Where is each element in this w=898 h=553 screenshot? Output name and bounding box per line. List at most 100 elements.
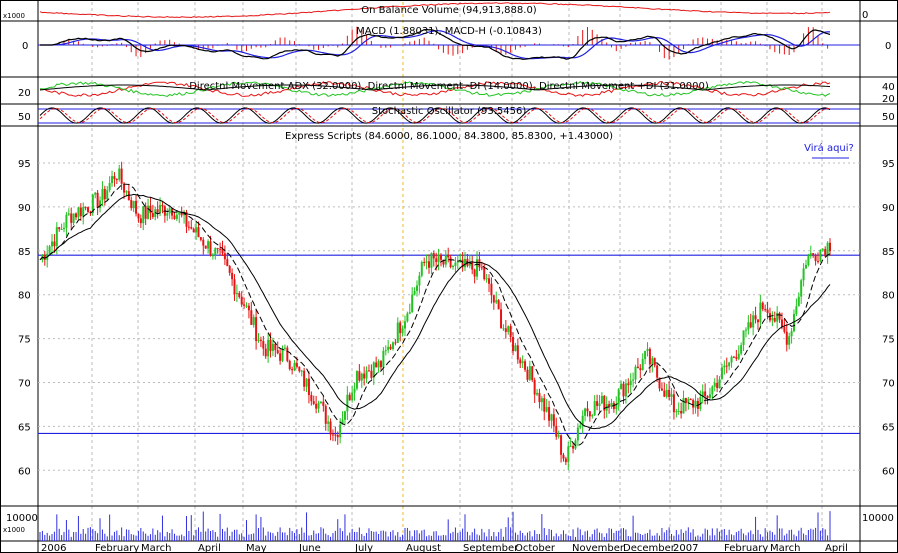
price-bar-body [101,188,104,201]
price-bar-body [756,319,759,323]
macd-panel: MACD (1.88031), MACD-H (-0.10843) 0 0 [22,26,891,60]
price-bar-body [355,371,358,389]
price-bar-body [377,361,380,368]
price-bar-body [418,275,421,286]
price-bar-body [680,411,683,414]
price-bar-body [264,348,267,357]
y-tick-left: 80 [18,291,31,302]
price-bar-body [151,213,154,217]
y-tick-right: 65 [882,422,895,433]
price-bar-body [776,312,779,322]
price-bar-body [435,258,438,263]
price-bar-body [195,227,198,233]
price-bar-body [747,322,750,330]
price-bar-body [243,304,246,306]
price-bar-body [257,339,260,341]
price-bar-body [648,348,651,365]
price-bar-body [319,401,322,403]
price-bar-body [72,213,75,223]
volume-scale-tag: x1000 [3,526,25,534]
price-bar-body [271,343,274,351]
price-bar-body [737,353,740,359]
price-bar-body [423,261,426,263]
price-bar-body [79,207,82,217]
price-bar-body [636,366,639,369]
price-bar-body [596,401,599,406]
price-bar-body [288,360,291,370]
price-bar-body [732,356,735,358]
price-bar-body [519,359,522,364]
price-bar-body [144,206,147,219]
price-bar-body [562,454,565,459]
price-bar-body [725,365,728,367]
price-bar-body [452,265,455,268]
stoch-left-tick: 50 [18,112,31,123]
price-bar-body [507,326,510,332]
price-bar-body [336,434,339,438]
price-bar-body [447,255,450,258]
price-bar-body [639,368,642,371]
price-bar-body [48,246,51,254]
price-bar-body [588,411,591,417]
price-bar-body [526,369,529,380]
price-bar-body [521,361,524,364]
annotation-text: Virá aqui? [804,142,854,154]
price-bar-body [219,248,222,250]
price-bar-body [87,207,90,212]
price-bar-body [413,290,416,295]
price-bar-body [353,388,356,393]
price-bar-body [557,435,560,437]
x-axis-labels: 2006 February March April May June July August S… [41,543,848,553]
price-bar-body [804,264,807,269]
price-bar-body [788,336,791,345]
price-bar-body [370,370,373,378]
volume-right-tick: 10000 [862,513,894,524]
support-lines [38,254,860,435]
price-bar-body [473,269,476,277]
price-bar-body [365,370,368,379]
price-bar-body [197,227,200,238]
price-bar-body [394,342,397,344]
price-bar-body [250,310,253,325]
volume-left-tick: 10000 [6,513,38,524]
price-bar-body [502,328,505,330]
price-bar-body [396,322,399,343]
price-bar-body [675,411,678,413]
price-bar-body [677,411,680,413]
price-bar-body [216,248,219,250]
y-tick-right: 75 [882,335,895,346]
price-bar-body [94,192,97,195]
x-axis-label: April [198,543,221,553]
price-bar-body [569,445,572,447]
price-bar-body [440,254,443,260]
macd-left-tick: 0 [22,41,28,52]
price-bar-body [204,245,207,249]
stoch-title: Stochastic Oscillator (93.5456) [372,106,527,117]
price-bar-body [401,328,404,334]
price-bar-body [740,345,743,354]
price-bar-body [548,407,551,421]
price-bar-body [300,370,303,372]
price-bar-body [192,228,195,233]
price-bar-body [106,190,109,200]
price-bar-body [773,318,776,322]
price-bar-body [252,317,255,325]
price-bar-body [233,279,236,295]
price-bar-body [346,394,349,412]
price-bar-body [411,294,414,313]
moving-average-short [39,183,831,447]
price-bar-body [759,302,762,323]
price-bar-body [665,389,668,397]
price-bar-body [728,362,731,367]
price-bar-body [259,339,262,341]
y-tick-left: 95 [18,159,31,170]
price-bar-body [238,293,241,298]
price-bar-body [382,350,385,368]
price-bar-body [130,200,133,209]
price-bar-body [334,434,337,436]
price-bar-body [65,214,68,228]
price-bar-body [720,367,723,380]
price-bar-body [610,402,613,407]
price-bar-body [783,326,786,332]
price-bar-body [348,394,351,401]
